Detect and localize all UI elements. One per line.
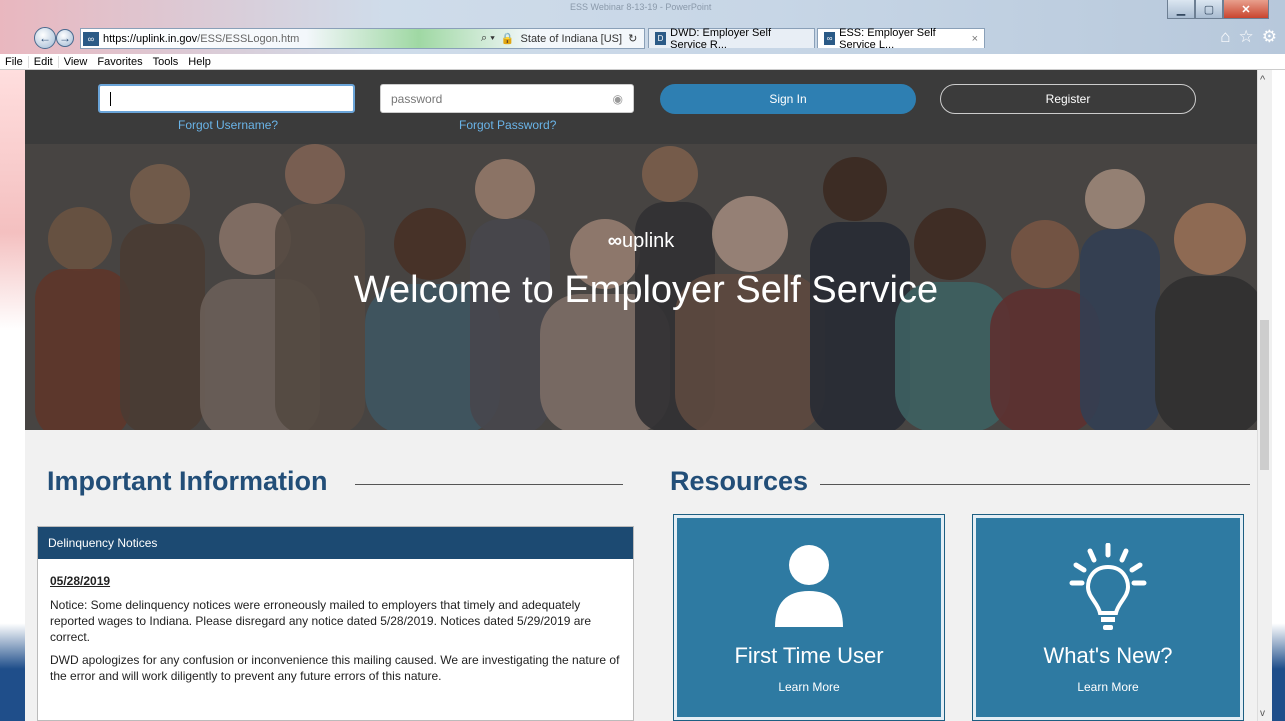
notice-paragraph-2: DWD apologizes for any confusion or inco… <box>50 653 620 683</box>
heading-rule <box>355 484 623 485</box>
forward-button[interactable]: → <box>56 29 74 47</box>
menu-help[interactable]: Help <box>183 56 216 68</box>
hero-title: Welcome to Employer Self Service <box>353 269 939 311</box>
maximize-button[interactable]: ▢ <box>1195 0 1223 19</box>
important-info-heading: Important Information <box>47 466 328 496</box>
delinquency-notice-card: Delinquency Notices 05/28/2019 Notice: S… <box>37 526 634 721</box>
show-password-eye-icon[interactable]: ◉ <box>613 92 623 106</box>
settings-gear-icon[interactable]: ⚙ <box>1262 27 1277 47</box>
hero-banner: ∞ uplink Welcome to Employer Self Service <box>25 144 1257 430</box>
back-button[interactable]: ← <box>34 27 56 49</box>
register-button[interactable]: Register <box>940 84 1196 114</box>
navigation-row: ← → ∞ https://uplink.in.gov/ESS/ESSLogon… <box>0 25 1285 51</box>
tab-favicon-icon: D <box>655 32 667 45</box>
first-time-user-title: First Time User <box>734 643 884 668</box>
tab-close-icon[interactable]: × <box>972 33 978 45</box>
tab-favicon-icon: ∞ <box>824 32 836 45</box>
first-time-user-card[interactable]: First Time User Learn More <box>673 514 945 721</box>
menu-view[interactable]: View <box>59 56 93 68</box>
forgot-password-link[interactable]: Forgot Password? <box>459 118 556 132</box>
browser-titlebar: ESS Webinar 8-13-19 - PowerPoint ▁ ▢ ✕ ←… <box>0 0 1285 54</box>
vertical-scrollbar[interactable]: ^ v <box>1257 70 1272 721</box>
forward-arrow-icon: → <box>59 31 71 45</box>
window-controls: ▁ ▢ ✕ <box>1167 0 1269 20</box>
notice-card-body: 05/28/2019 Notice: Some delinquency noti… <box>38 559 633 699</box>
tab-label: ESS: Employer Self Service L... <box>839 26 936 51</box>
menu-file[interactable]: File <box>0 55 29 68</box>
whats-new-learn-more[interactable]: Learn More <box>973 680 1243 694</box>
address-tools: ⌕ ▾ 🔒 State of Indiana [US] ↻ <box>481 29 637 48</box>
refresh-icon[interactable]: ↻ <box>628 32 637 45</box>
scroll-down-icon[interactable]: v <box>1260 708 1265 719</box>
minimize-button[interactable]: ▁ <box>1167 0 1195 19</box>
site-favicon-icon: ∞ <box>83 31 99 46</box>
page-viewport: Forgot Username? password ◉ Forgot Passw… <box>25 70 1257 721</box>
lightbulb-icon <box>973 543 1243 633</box>
address-bar[interactable]: ∞ https://uplink.in.gov/ESS/ESSLogon.htm… <box>80 28 645 49</box>
first-time-user-learn-more[interactable]: Learn More <box>674 680 944 694</box>
scroll-up-icon[interactable]: ^ <box>1260 74 1265 86</box>
password-placeholder: password <box>391 91 443 106</box>
user-icon <box>674 543 944 627</box>
site-identity[interactable]: State of Indiana [US] <box>521 33 623 45</box>
lock-icon: 🔒 <box>500 33 515 45</box>
login-bar: Forgot Username? password ◉ Forgot Passw… <box>25 70 1257 144</box>
sign-in-button[interactable]: Sign In <box>660 84 916 114</box>
notice-card-header: Delinquency Notices <box>38 527 633 559</box>
forgot-username-link[interactable]: Forgot Username? <box>178 118 278 132</box>
tab-dwd[interactable]: D DWD: Employer Self Service R... <box>648 26 815 51</box>
close-window-button[interactable]: ✕ <box>1223 0 1269 19</box>
background-slide-edge-right <box>1271 70 1285 721</box>
url-host: https://uplink.in.gov <box>103 32 198 45</box>
back-arrow-icon: ← <box>39 31 51 45</box>
favorites-star-icon[interactable]: ☆ <box>1239 27 1254 47</box>
notice-date: 05/28/2019 <box>50 574 111 588</box>
home-icon[interactable]: ⌂ <box>1220 27 1230 47</box>
search-icon[interactable]: ⌕ ▾ <box>481 32 495 45</box>
tab-ess[interactable]: ∞ ESS: Employer Self Service L... × <box>817 26 985 51</box>
password-input[interactable]: password ◉ <box>380 84 634 113</box>
menu-bar: File Edit View Favorites Tools Help <box>0 54 1285 70</box>
whats-new-title: What's New? <box>1043 643 1173 668</box>
resources-heading: Resources <box>670 466 809 496</box>
uplink-infinity-icon: ∞ <box>607 230 622 252</box>
text-caret <box>110 91 111 106</box>
scroll-thumb[interactable] <box>1260 320 1269 470</box>
heading-rule <box>820 484 1250 485</box>
menu-tools[interactable]: Tools <box>148 56 184 68</box>
notice-paragraph-1: Notice: Some delinquency notices were er… <box>50 598 592 644</box>
background-slide-edge <box>0 70 25 721</box>
menu-edit[interactable]: Edit <box>29 55 59 68</box>
window-title: ESS Webinar 8-13-19 - PowerPoint <box>570 2 712 12</box>
username-input[interactable] <box>98 84 355 113</box>
url-path: /ESS/ESSLogon.htm <box>197 32 300 45</box>
logo-text: uplink <box>622 230 675 252</box>
uplink-logo: ∞ uplink <box>25 230 1257 253</box>
tab-label: DWD: Employer Self Service R... <box>670 26 771 51</box>
whats-new-card[interactable]: What's New? Learn More <box>972 514 1244 721</box>
menu-favorites[interactable]: Favorites <box>92 56 147 68</box>
toolbar-icons: ⌂ ☆ ⚙ <box>1220 27 1277 47</box>
